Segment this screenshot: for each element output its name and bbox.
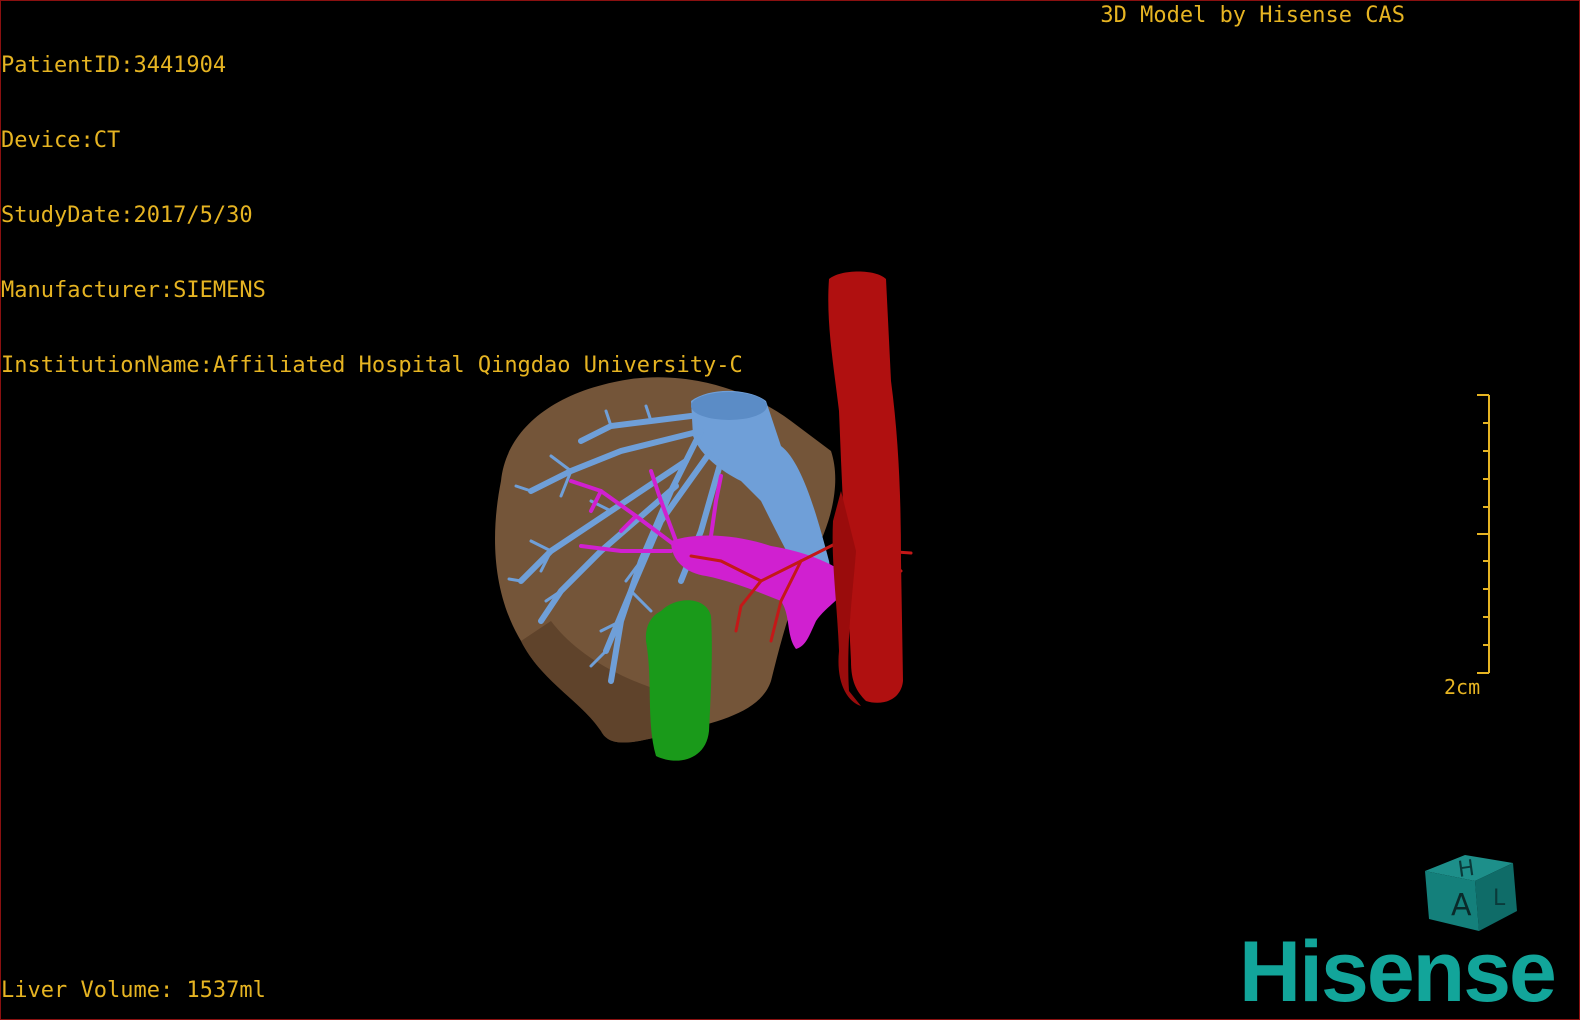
study-date-text: StudyDate:2017/5/30 <box>1 203 253 228</box>
scale-bar <box>1477 394 1490 674</box>
liver-3d-model[interactable] <box>461 261 961 781</box>
patient-id-text: PatientID:3441904 <box>1 53 227 78</box>
scale-ticks <box>1477 394 1489 674</box>
cube-side-label: L <box>1493 886 1506 911</box>
cube-front-label: A <box>1451 888 1472 923</box>
vena-cava-opening <box>691 392 767 420</box>
cube-top-label: H <box>1456 856 1476 883</box>
device-text: Device:CT <box>1 128 121 153</box>
scale-bar-label: 2cm <box>1444 675 1481 699</box>
liver-volume-text: Liver Volume: 1537ml <box>1 978 266 1003</box>
orientation-cube[interactable]: A H L <box>1419 835 1523 935</box>
3d-viewport[interactable]: PatientID:3441904 Device:CT StudyDate:20… <box>0 0 1580 1020</box>
hisense-logo: Hisense <box>1239 924 1557 1020</box>
gallbladder <box>645 600 712 761</box>
model-credit-text: 3D Model by Hisense CAS <box>1100 3 1405 28</box>
